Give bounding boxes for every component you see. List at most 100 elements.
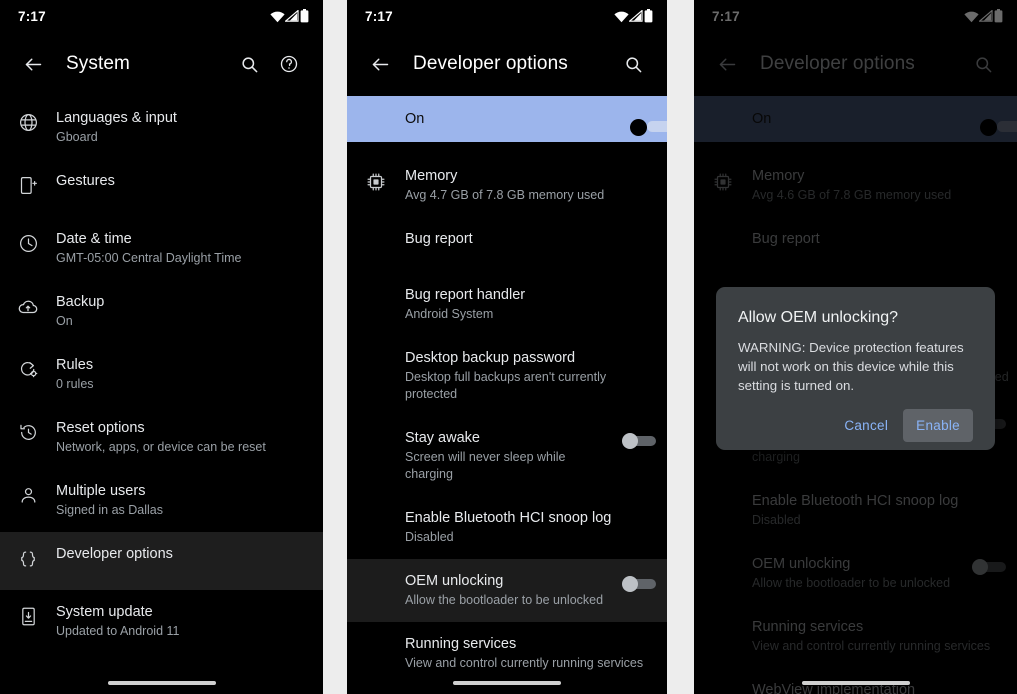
dev-item-bluetooth-hci-snoop-log[interactable]: Enable Bluetooth HCI snoop log Disabled: [347, 496, 667, 559]
dev-item-stay-awake[interactable]: Stay awake Screen will never sleep while…: [347, 416, 667, 496]
dev-item-oem-unlocking[interactable]: OEM unlocking Allow the bootloader to be…: [694, 542, 1017, 605]
list-item-subtitle: Gboard: [56, 130, 98, 144]
app-bar: System: [0, 32, 323, 96]
dev-item-subtitle: Disabled: [752, 513, 801, 527]
enable-button[interactable]: Enable: [903, 409, 973, 442]
developer-options-master-toggle-row[interactable]: On: [694, 96, 1017, 142]
dev-item-title: Memory: [752, 168, 805, 184]
dev-item-webview-implementation[interactable]: WebView implementation Android System We…: [347, 685, 667, 694]
dev-item-oem-unlocking[interactable]: OEM unlocking Allow the bootloader to be…: [347, 559, 667, 622]
list-item-subtitle: Signed in as Dallas: [56, 503, 164, 517]
dialog-actions: Cancel Enable: [738, 409, 973, 442]
dev-item-bug-report[interactable]: Bug report: [694, 217, 1017, 273]
list-item-title: Languages & input: [56, 110, 177, 126]
signal-icon: [979, 10, 993, 22]
no-icon: [347, 349, 405, 353]
developer-options-list: Memory Avg 4.7 GB of 7.8 GB memory used …: [347, 154, 667, 694]
cloud-upload-icon: [0, 293, 56, 318]
status-icons: [614, 9, 653, 23]
sidebar-item-backup[interactable]: Backup On: [0, 280, 323, 343]
no-icon: [347, 286, 405, 290]
back-arrow-icon[interactable]: [12, 43, 54, 85]
dev-item-memory[interactable]: Memory Avg 4.6 GB of 7.8 GB memory used: [694, 154, 1017, 217]
search-icon[interactable]: [963, 44, 1003, 84]
navigation-pill[interactable]: [107, 681, 216, 685]
list-item-title: Reset options: [56, 420, 145, 436]
dev-item-memory[interactable]: Memory Avg 4.7 GB of 7.8 GB memory used: [347, 154, 667, 217]
status-bar: 7:17: [694, 0, 1017, 32]
dev-item-bug-report-handler[interactable]: Bug report handler Android System: [347, 273, 667, 336]
app-bar: Developer options: [347, 32, 667, 96]
sidebar-item-gestures[interactable]: Gestures: [0, 159, 323, 217]
back-arrow-icon[interactable]: [359, 43, 401, 85]
panel-developer-options: 7:17 Developer options On Memory Avg 4.7…: [347, 0, 667, 694]
status-icons: [964, 9, 1003, 23]
dev-item-running-services[interactable]: Running services View and control curren…: [347, 622, 667, 685]
list-item-title: Multiple users: [56, 483, 146, 499]
dev-item-title: Memory: [405, 168, 458, 184]
dialog-title: Allow OEM unlocking?: [738, 309, 899, 326]
navigation-pill[interactable]: [801, 681, 910, 685]
developer-options-master-toggle-row[interactable]: On: [347, 96, 667, 142]
system-update-icon: [0, 603, 56, 627]
dev-item-subtitle: View and control currently running servi…: [752, 639, 991, 653]
help-icon[interactable]: [269, 44, 309, 84]
dev-item-title: Desktop backup password: [405, 350, 576, 366]
dev-item-subtitle: Desktop full backups aren't currently pr…: [405, 370, 607, 401]
dev-item-title: Enable Bluetooth HCI snoop log: [752, 493, 959, 509]
status-icons: [270, 9, 309, 23]
dev-item-title: Running services: [752, 619, 864, 635]
dev-item-bug-report[interactable]: Bug report: [347, 217, 667, 273]
page-title: System: [66, 53, 130, 74]
sidebar-item-developer-options[interactable]: Developer options: [0, 532, 323, 590]
wifi-icon: [964, 11, 979, 22]
list-item-subtitle: Network, apps, or device can be reset: [56, 440, 266, 454]
search-icon[interactable]: [229, 44, 269, 84]
dev-item-subtitle: Screen will never sleep while charging: [405, 450, 566, 481]
no-icon: [694, 230, 752, 234]
history-icon: [0, 419, 56, 443]
panel-system-settings: 7:17 System Languages & input Gboard Ges…: [0, 0, 323, 694]
dev-item-title: OEM unlocking: [405, 573, 504, 589]
signal-icon: [285, 10, 299, 22]
sidebar-item-system-update[interactable]: System update Updated to Android 11: [0, 590, 323, 653]
page-title: Developer options: [413, 53, 568, 74]
rules-icon: [0, 356, 56, 380]
braces-icon: [0, 545, 56, 570]
sidebar-item-date-time[interactable]: Date & time GMT-05:00 Central Daylight T…: [0, 217, 323, 280]
cancel-button[interactable]: Cancel: [831, 409, 901, 442]
list-item-subtitle: Updated to Android 11: [56, 624, 180, 638]
no-icon: [347, 230, 405, 234]
dev-item-subtitle: Disabled: [405, 530, 454, 544]
panel-gap-1: [323, 0, 347, 694]
list-item-title: System update: [56, 604, 153, 620]
sidebar-item-multiple-users[interactable]: Multiple users Signed in as Dallas: [0, 469, 323, 532]
dev-item-title: Bug report: [752, 231, 820, 247]
list-item-title: Developer options: [56, 546, 173, 562]
battery-icon: [300, 9, 309, 23]
master-toggle-label: On: [405, 111, 425, 127]
clock-icon: [0, 230, 56, 254]
list-item-subtitle: 0 rules: [56, 377, 94, 391]
person-icon: [0, 482, 56, 506]
oem-unlocking-toggle[interactable]: [611, 572, 667, 592]
dev-item-desktop-backup-password[interactable]: Desktop backup password Desktop full bac…: [347, 336, 667, 416]
status-bar: 7:17: [0, 0, 323, 32]
panel-developer-options-dialog: 7:17 Developer options On Memory Avg 4.6…: [694, 0, 1017, 694]
no-icon: [694, 681, 752, 685]
dev-item-subtitle: Avg 4.7 GB of 7.8 GB memory used: [405, 188, 605, 202]
dev-item-running-services[interactable]: Running services View and control curren…: [694, 605, 1017, 668]
oem-unlocking-toggle[interactable]: [961, 555, 1017, 575]
stay-awake-toggle[interactable]: [611, 429, 667, 449]
dev-item-subtitle: View and control currently running servi…: [405, 656, 644, 670]
sidebar-item-reset-options[interactable]: Reset options Network, apps, or device c…: [0, 406, 323, 469]
dev-item-bluetooth-hci-snoop-log[interactable]: Enable Bluetooth HCI snoop log Disabled: [694, 479, 1017, 542]
search-icon[interactable]: [613, 44, 653, 84]
sidebar-item-rules[interactable]: Rules 0 rules: [0, 343, 323, 406]
sidebar-item-languages-input[interactable]: Languages & input Gboard: [0, 96, 323, 159]
list-item-subtitle: GMT-05:00 Central Daylight Time: [56, 251, 242, 265]
status-time: 7:17: [18, 8, 46, 24]
wifi-icon: [270, 11, 285, 22]
navigation-pill[interactable]: [453, 681, 561, 685]
back-arrow-icon[interactable]: [706, 43, 748, 85]
